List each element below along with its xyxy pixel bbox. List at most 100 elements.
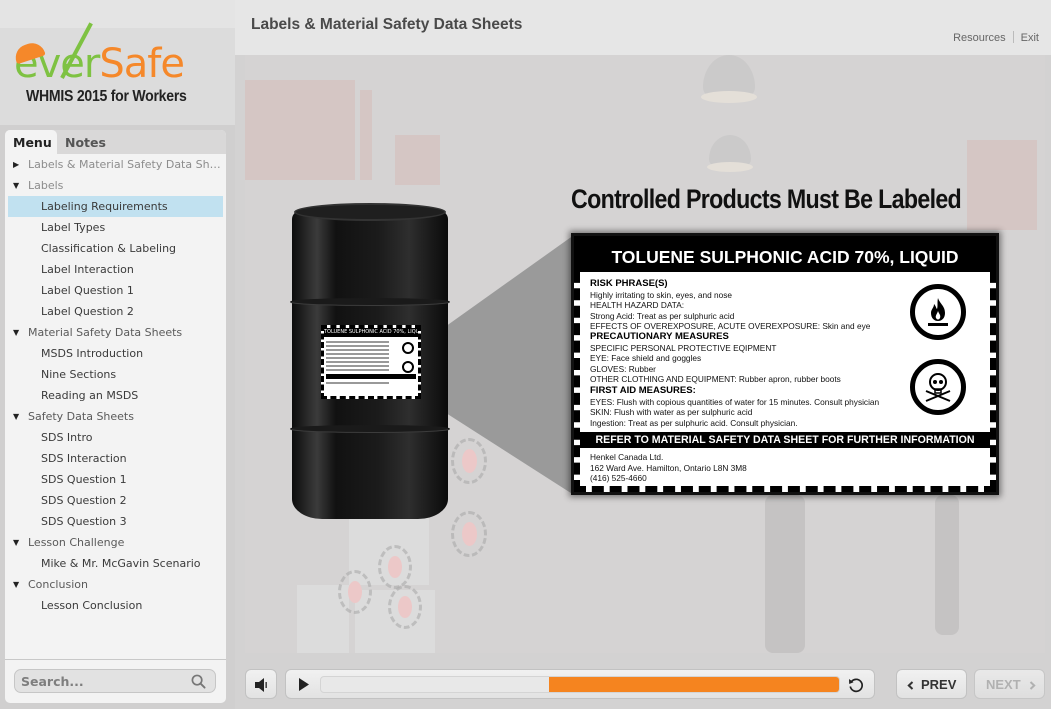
menu-item[interactable]: SDS Interaction: [8, 448, 223, 469]
sidebar: everSafe WHMIS 2015 for Workers Menu Not…: [0, 0, 235, 709]
label-line: EYES: Flush with copious quantities of w…: [590, 396, 880, 407]
search-input[interactable]: [21, 673, 181, 690]
prev-button[interactable]: PREV: [896, 669, 967, 699]
menu-section[interactable]: ▼ Conclusion: [8, 574, 223, 595]
menu-section[interactable]: ▼ Safety Data Sheets: [8, 406, 223, 427]
label-line: OTHER CLOTHING AND EQUIPMENT: Rubber apr…: [590, 374, 841, 384]
label-line: EYE: Face shield and goggles: [590, 353, 702, 363]
label-supplier: Henkel Canada Ltd. 162 Ward Ave. Hamilto…: [590, 452, 747, 484]
menu-item[interactable]: SDS Question 3: [8, 511, 223, 532]
menu-item[interactable]: SDS Question 1: [8, 469, 223, 490]
menu-item-label: MSDS Introduction: [41, 347, 144, 360]
menu-item-label: SDS Question 2: [41, 494, 127, 507]
menu-list: ▶ Labels & Material Safety Data She... ▼ La…: [8, 154, 223, 616]
tab-notes[interactable]: Notes: [57, 130, 114, 154]
speaker-icon: [255, 678, 267, 692]
menu-item-label: Label Interaction: [41, 263, 134, 276]
menu-item[interactable]: SDS Intro: [8, 427, 223, 448]
menu-item[interactable]: Reading an MSDS: [8, 385, 223, 406]
drum-label-thumbnail: TOLUENE SULPHONIC ACID 70%, LIQUID: [321, 325, 421, 399]
label-section-precautions: PRECAUTIONARY MEASURES SPECIFIC PERSONAL…: [590, 331, 841, 385]
menu-item[interactable]: MSDS Introduction: [8, 343, 223, 364]
label-line: EFFECTS OF OVEREXPOSURE, ACUTE OVEREXPOS…: [590, 321, 871, 331]
label-line: SPECIFIC PERSONAL PROTECTIVE EQIPMENT: [590, 342, 777, 353]
menu-item[interactable]: Label Interaction: [8, 259, 223, 280]
menu-item[interactable]: Label Types: [8, 217, 223, 238]
menu-section[interactable]: ▼ Labels: [8, 175, 223, 196]
menu-section[interactable]: ▼ Lesson Challenge: [8, 532, 223, 553]
seek-bar[interactable]: [320, 676, 840, 693]
menu-item-label: SDS Intro: [41, 431, 93, 444]
menu-panel: Menu Notes ▶ Labels & Material Safety Dat…: [5, 130, 226, 703]
menu-item[interactable]: Label Question 1: [8, 280, 223, 301]
drum-label-title: TOLUENE SULPHONIC ACID 70%, LIQUID: [324, 328, 418, 337]
logo-safe: Safe: [99, 41, 185, 87]
logo-subtitle: WHMIS 2015 for Workers: [26, 88, 187, 105]
label-line: SKIN: Flush with water as per sulphuric …: [590, 407, 753, 417]
triangle-down-icon[interactable]: ▼: [13, 532, 19, 553]
menu-item-label: Labels & Material Safety Data She...: [28, 158, 223, 171]
triangle-down-icon[interactable]: ▼: [13, 322, 19, 343]
replay-icon[interactable]: [848, 677, 864, 693]
drum-lid: [294, 203, 446, 221]
page-title: Labels & Material Safety Data Sheets: [251, 16, 523, 33]
menu-item-label: Lesson Challenge: [28, 536, 125, 549]
flammable-icon: [402, 342, 414, 354]
next-button[interactable]: NEXT: [974, 669, 1045, 699]
next-label: NEXT: [986, 677, 1021, 692]
label-refer-msds: REFER TO MATERIAL SAFETY DATA SHEET FOR …: [580, 432, 990, 448]
tab-menu[interactable]: Menu: [5, 130, 57, 154]
logo: everSafe WHMIS 2015 for Workers: [0, 0, 235, 125]
menu-item-label: SDS Question 1: [41, 473, 127, 486]
label-section-heading: RISK PHRASE(S): [590, 278, 668, 289]
menu-section[interactable]: ▼ Material Safety Data Sheets: [8, 322, 223, 343]
triangle-down-icon[interactable]: ▼: [13, 574, 19, 595]
menu-item-label: Labeling Requirements: [41, 200, 168, 213]
triangle-down-icon[interactable]: ▼: [13, 175, 19, 196]
exit-link[interactable]: Exit: [1021, 32, 1039, 44]
label-line: Strong Acid: Treat as per sulphuric acid: [590, 310, 735, 321]
triangle-down-icon[interactable]: ▼: [13, 406, 19, 427]
label-line: HEALTH HAZARD DATA:: [590, 300, 685, 310]
menu-item-label: SDS Question 3: [41, 515, 127, 528]
menu-item[interactable]: Mike & Mr. McGavin Scenario: [8, 553, 223, 574]
drum-rib: [290, 298, 450, 305]
menu-item[interactable]: Labeling Requirements: [8, 196, 223, 217]
search-icon[interactable]: [191, 674, 206, 689]
play-icon[interactable]: [298, 678, 310, 691]
sidebar-tabs: Menu Notes: [5, 130, 226, 154]
divider: [5, 659, 226, 660]
menu-item-label: Lesson Conclusion: [41, 599, 143, 612]
whmis-label: TOLUENE SULPHONIC ACID 70%, LIQUID RISK …: [571, 233, 999, 495]
menu-item-label: Reading an MSDS: [41, 389, 139, 402]
slide-heading: Controlled Products Must Be Labeled: [571, 184, 962, 214]
menu-item[interactable]: Nine Sections: [8, 364, 223, 385]
menu-item-label: Material Safety Data Sheets: [28, 326, 183, 339]
chemical-drum: TOLUENE SULPHONIC ACID 70%, LIQUID: [290, 203, 450, 525]
chevron-right-icon: [1029, 681, 1036, 690]
search-box: [14, 669, 216, 693]
menu-item[interactable]: Classification & Labeling: [8, 238, 223, 259]
supplier-line: 162 Ward Ave. Hamilton, Ontario L8N 3M8: [590, 462, 747, 473]
menu-item-label: Mike & Mr. McGavin Scenario: [41, 557, 201, 570]
menu-item-label: Classification & Labeling: [41, 242, 177, 255]
resources-link[interactable]: Resources: [953, 32, 1006, 44]
volume-button[interactable]: [245, 669, 277, 699]
label-section-risk: RISK PHRASE(S) Highly irritating to skin…: [590, 278, 871, 332]
menu-item[interactable]: Label Question 2: [8, 301, 223, 322]
chevron-left-icon: [907, 681, 914, 690]
triangle-right-icon[interactable]: ▶: [13, 154, 19, 175]
menu-item-label: Conclusion: [28, 578, 88, 591]
menu-item[interactable]: Lesson Conclusion: [8, 595, 223, 616]
menu-section[interactable]: ▶ Labels & Material Safety Data She...: [8, 154, 223, 175]
slide-canvas: TOLUENE SULPHONIC ACID 70%, LIQUID Contr…: [245, 55, 1045, 653]
drum-rib: [290, 425, 450, 432]
menu-item[interactable]: SDS Question 2: [8, 490, 223, 511]
top-links: Resources Exit: [953, 31, 1039, 44]
header: Labels & Material Safety Data Sheets Res…: [235, 0, 1051, 55]
label-line: GLOVES: Rubber: [590, 363, 656, 374]
supplier-line: (416) 525-4660: [590, 473, 647, 483]
menu-item-label: Label Types: [41, 221, 106, 234]
menu-item-label: Nine Sections: [41, 368, 117, 381]
label-product-name: TOLUENE SULPHONIC ACID 70%, LIQUID: [574, 236, 996, 272]
